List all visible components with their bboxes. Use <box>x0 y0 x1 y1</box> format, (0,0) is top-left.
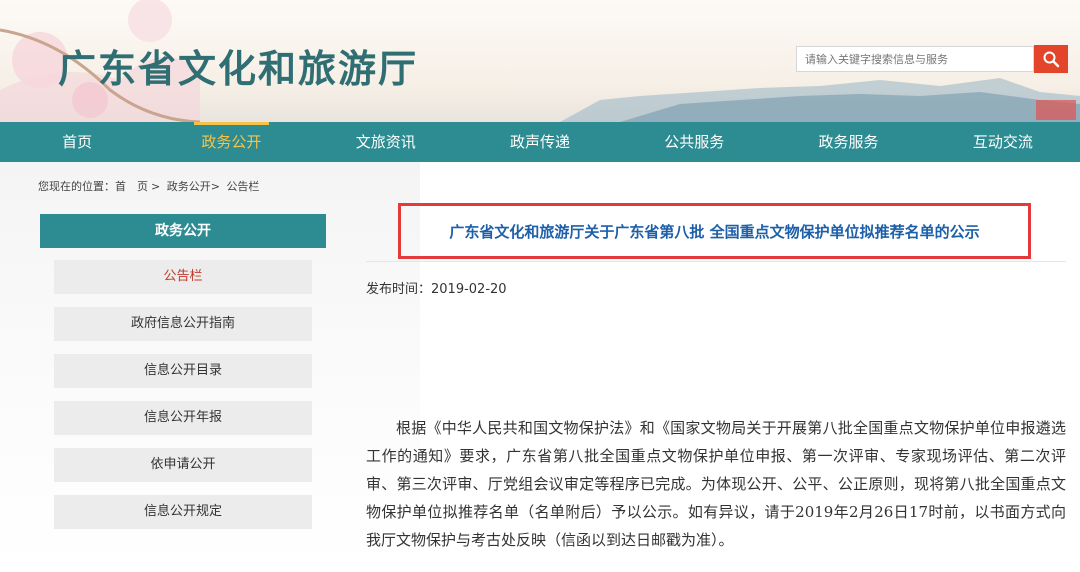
article-title-highlight: 广东省文化和旅游厅关于广东省第八批 全国重点文物保护单位拟推荐名单的公示 <box>398 203 1031 259</box>
nav-item-government-affairs[interactable]: 政务公开 <box>154 122 308 162</box>
breadcrumb-separator: > <box>151 180 161 193</box>
main-nav: 首页 政务公开 文旅资讯 政声传递 公共服务 政务服务 互动交流 <box>0 122 1080 162</box>
sidebar-item-bulletin[interactable]: 公告栏 <box>54 260 312 294</box>
sidebar-item-annual-report[interactable]: 信息公开年报 <box>54 401 312 435</box>
title-divider <box>366 261 1066 262</box>
sidebar-item-disclosure-guide[interactable]: 政府信息公开指南 <box>54 307 312 341</box>
nav-item-interaction[interactable]: 互动交流 <box>926 122 1080 162</box>
article-body: 根据《中华人民共和国文物保护法》和《国家文物局关于开展第八批全国重点文物保护单位… <box>366 419 1066 549</box>
sidebar: 政务公开 公告栏 政府信息公开指南 信息公开目录 信息公开年报 依申请公开 信息… <box>40 214 326 542</box>
search-input[interactable] <box>796 46 1034 72</box>
search-icon <box>1043 51 1060 68</box>
nav-item-public-service[interactable]: 公共服务 <box>617 122 771 162</box>
nav-item-tourism-news[interactable]: 文旅资讯 <box>309 122 463 162</box>
site-title: 广东省文化和旅游厅 <box>58 46 419 91</box>
breadcrumb-prefix[interactable]: 您现在的位置：首 页 <box>38 180 148 193</box>
publish-time-label: 发布时间： <box>366 282 432 297</box>
breadcrumb-level2[interactable]: 公告栏 <box>226 180 259 193</box>
nav-item-government-service[interactable]: 政务服务 <box>771 122 925 162</box>
site-header: 广东省文化和旅游厅 <box>0 0 1080 122</box>
breadcrumb-level1[interactable]: 政务公开> <box>167 180 220 193</box>
publish-time-value: 2019-02-20 <box>431 282 507 297</box>
search-button[interactable] <box>1034 45 1068 73</box>
breadcrumb: 您现在的位置：首 页 > 政务公开> 公告栏 <box>38 178 262 194</box>
nav-item-home[interactable]: 首页 <box>0 122 154 162</box>
publish-time: 发布时间：2019-02-20 <box>366 278 507 297</box>
sidebar-item-request-disclosure[interactable]: 依申请公开 <box>54 448 312 482</box>
sidebar-item-disclosure-catalog[interactable]: 信息公开目录 <box>54 354 312 388</box>
sidebar-heading: 政务公开 <box>40 214 326 248</box>
article-title: 广东省文化和旅游厅关于广东省第八批 全国重点文物保护单位拟推荐名单的公示 <box>449 222 980 241</box>
sidebar-item-disclosure-rules[interactable]: 信息公开规定 <box>54 495 312 529</box>
nav-item-policy-voice[interactable]: 政声传递 <box>463 122 617 162</box>
